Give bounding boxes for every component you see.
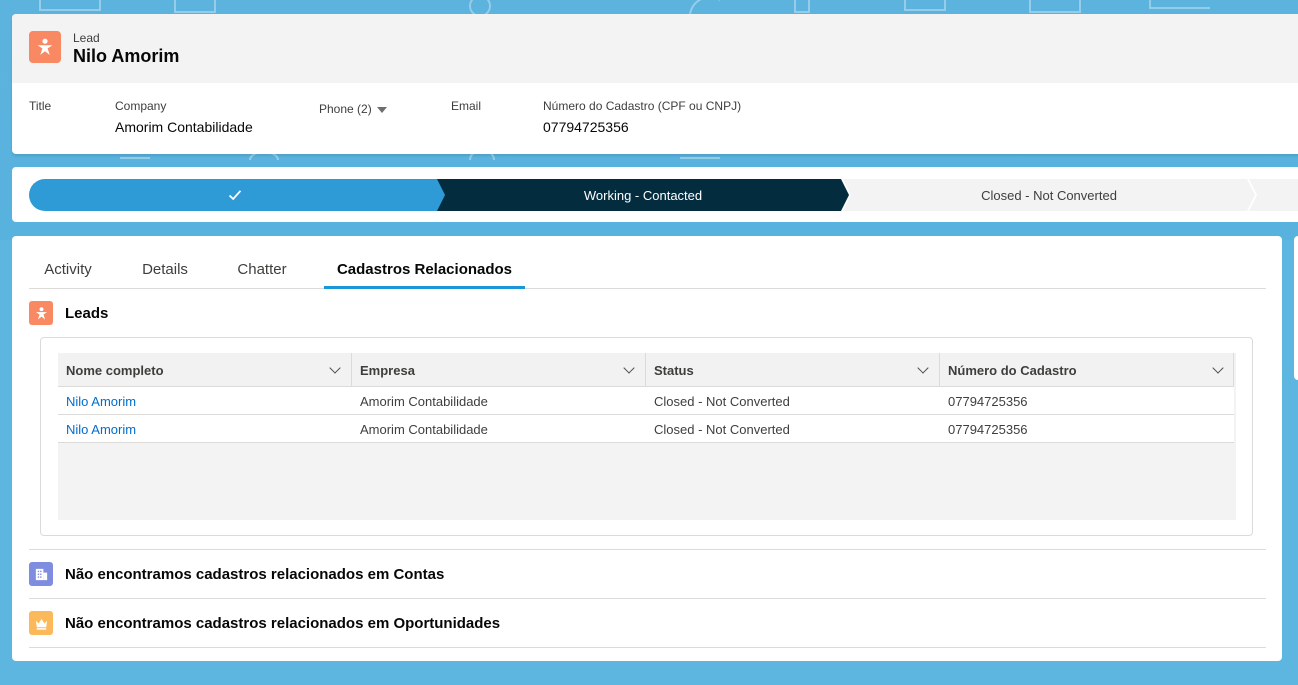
numero-cell: 07794725356 [948, 393, 1028, 409]
column-header-label: Número do Cadastro [948, 362, 1077, 378]
record-header: Lead Nilo Amorim Title Company Amorim Co… [12, 14, 1298, 154]
phone-field-label: Phone (2) [319, 102, 372, 116]
status-cell: Closed - Not Converted [654, 393, 790, 409]
column-header-label: Empresa [360, 362, 415, 378]
tab-bar: Activity Details Chatter Cadastros Relac… [29, 250, 1266, 289]
path-steps: Working - Contacted Closed - Not Convert… [29, 179, 1298, 211]
table-row: Nilo Amorim Amorim Contabilidade Closed … [58, 387, 1234, 415]
record-header-title-area: Lead Nilo Amorim [12, 14, 1298, 83]
email-field-label: Email [451, 99, 482, 113]
record-name: Nilo Amorim [73, 46, 180, 66]
record-type-label: Lead [73, 31, 100, 45]
checkmark-icon [228, 190, 242, 201]
contas-section-title: Não encontramos cadastros relacionados e… [65, 565, 445, 583]
oportunidades-section-header: Não encontramos cadastros relacionados e… [29, 611, 500, 635]
chevron-down-icon[interactable] [329, 362, 341, 374]
section-divider [29, 549, 1266, 550]
main-content-card: Activity Details Chatter Cadastros Relac… [12, 236, 1282, 661]
contas-section-header: Não encontramos cadastros relacionados e… [29, 562, 444, 586]
highlights-panel: Title Company Amorim Contabilidade Phone… [12, 83, 1298, 154]
opportunity-crown-icon [29, 611, 53, 635]
chevron-down-icon[interactable] [1212, 362, 1224, 374]
lead-star-icon [29, 31, 61, 63]
numero-cell: 07794725356 [948, 421, 1028, 437]
cadastro-field-label: Número do Cadastro (CPF ou CNPJ) [543, 99, 742, 113]
column-header-label: Status [654, 362, 694, 378]
lead-name-link[interactable]: Nilo Amorim [58, 387, 136, 415]
chevron-down-icon[interactable] [917, 362, 929, 374]
account-building-icon [29, 562, 53, 586]
column-header-numero[interactable]: Número do Cadastro [940, 353, 1234, 387]
lead-name-link[interactable]: Nilo Amorim [58, 415, 136, 443]
side-panel [1294, 236, 1298, 380]
tab-chatter[interactable]: Chatter [235, 250, 289, 289]
column-header-empresa[interactable]: Empresa [352, 353, 646, 387]
company-field-label: Company [115, 99, 167, 113]
column-header-nome[interactable]: Nome completo [58, 353, 352, 387]
section-divider [29, 647, 1266, 648]
path-step-closed[interactable]: Closed - Not Converted [843, 179, 1255, 211]
lead-star-icon [29, 301, 53, 325]
path-step-more[interactable] [1249, 179, 1298, 211]
caret-down-icon [376, 106, 387, 113]
path-step-current[interactable]: Working - Contacted [437, 179, 849, 211]
section-divider [29, 598, 1266, 599]
leads-related-list: Nome completo Empresa Status Número do C… [40, 337, 1253, 536]
table-header: Nome completo Empresa Status Número do C… [58, 353, 1234, 387]
chevron-down-icon[interactable] [623, 362, 635, 374]
cadastro-field-value: 07794725356 [543, 119, 629, 135]
column-header-status[interactable]: Status [646, 353, 940, 387]
path-step-closed-label: Closed - Not Converted [981, 187, 1117, 203]
leads-section-header: Leads [29, 301, 108, 325]
table-row: Nilo Amorim Amorim Contabilidade Closed … [58, 415, 1234, 443]
oportunidades-section-title: Não encontramos cadastros relacionados e… [65, 614, 501, 632]
status-cell: Closed - Not Converted [654, 421, 790, 437]
sales-path: Working - Contacted Closed - Not Convert… [12, 167, 1298, 222]
phone-field-dropdown[interactable]: Phone (2) [319, 102, 387, 116]
leads-section-title: Leads [65, 304, 109, 322]
title-field-label: Title [29, 99, 52, 113]
leads-table: Nome completo Empresa Status Número do C… [58, 353, 1236, 520]
empresa-cell: Amorim Contabilidade [360, 421, 488, 437]
path-step-current-label: Working - Contacted [583, 187, 703, 203]
empresa-cell: Amorim Contabilidade [360, 393, 488, 409]
tab-details[interactable]: Details [140, 250, 190, 289]
column-header-label: Nome completo [66, 362, 164, 378]
path-step-completed[interactable] [29, 179, 443, 211]
tab-activity[interactable]: Activity [40, 250, 96, 289]
company-field-value: Amorim Contabilidade [115, 119, 253, 135]
tab-cadastros-relacionados[interactable]: Cadastros Relacionados [324, 250, 525, 289]
